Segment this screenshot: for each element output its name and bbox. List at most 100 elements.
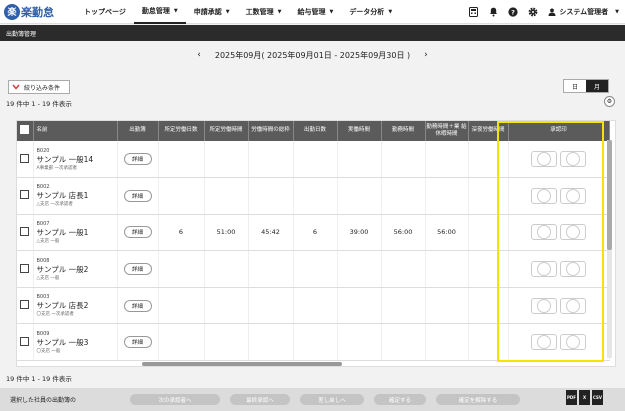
bulk-action-button-3[interactable]: 確定する: [374, 394, 426, 405]
chevron-down-icon: [12, 84, 20, 90]
table-row: B008 サンプル 一般2 △支店 一般 詳細: [17, 250, 610, 288]
approval-stamp-cell: [508, 214, 610, 252]
approval-stamp-slot[interactable]: [560, 334, 586, 351]
stamp-circle-icon: [566, 152, 580, 167]
detail-button[interactable]: 詳細: [123, 189, 152, 202]
select-all-cell: [17, 121, 34, 141]
value-cell: [381, 323, 426, 362]
detail-button[interactable]: 詳細: [123, 153, 152, 166]
nav-item-0[interactable]: トップページ: [76, 0, 134, 24]
bulk-action-button-2[interactable]: 差し戻しへ: [300, 394, 364, 405]
toggle-day[interactable]: 日: [564, 80, 586, 92]
detail-button[interactable]: 詳細: [123, 299, 152, 312]
detail-cell: 詳細: [117, 323, 159, 362]
value-cell: [425, 177, 469, 215]
detail-button[interactable]: 詳細: [123, 336, 152, 349]
toggle-month[interactable]: 月: [586, 80, 608, 92]
help-icon[interactable]: ?: [508, 7, 518, 17]
row-checkbox[interactable]: [20, 153, 30, 163]
value-cell: [337, 323, 382, 362]
approval-stamp-slot[interactable]: [560, 151, 586, 168]
value-cell: 56:00: [381, 214, 426, 252]
employee-cell: B008 サンプル 一般2 △支店 一般: [33, 250, 118, 288]
nav-item-4[interactable]: 給与管理 ▼: [289, 0, 341, 24]
view-toggle: 日 月: [563, 79, 609, 93]
employee-cell: B003 サンプル 店長2 〇支店 一次承認者: [33, 287, 118, 325]
row-select-cell: [17, 323, 34, 362]
bulk-action-bar: 選択した社員の出勤簿の 次の承認者へ 最終承認へ 差し戻しへ 確定する 確定を解除する: [0, 388, 625, 411]
value-cell: [248, 323, 294, 362]
value-cell: [468, 250, 509, 288]
calculator-icon[interactable]: [468, 7, 478, 17]
approval-stamp-slot[interactable]: [531, 334, 557, 351]
column-header-1: 出勤簿: [117, 121, 159, 141]
pdf-export-icon[interactable]: PDF: [566, 390, 577, 405]
row-checkbox[interactable]: [20, 300, 30, 310]
value-cell: [248, 141, 294, 179]
main-nav: トップページ 勤怠管理 ▼ 申請承認 ▼ 工数管理 ▼ 給与管理 ▼ データ分析 ▼: [76, 0, 400, 24]
nav-item-2[interactable]: 申請承認 ▼: [186, 0, 238, 24]
approval-stamp-slot[interactable]: [531, 151, 557, 168]
row-checkbox[interactable]: [20, 226, 30, 236]
value-cell: [293, 250, 338, 288]
row-checkbox[interactable]: [20, 336, 30, 346]
top-navigation-bar: 楽 楽勤怠 トップページ 勤怠管理 ▼ 申請承認 ▼ 工数管理 ▼ 給与管理 ▼ データ分析 ▼ ?…: [0, 0, 625, 24]
approval-stamp-slot[interactable]: [531, 261, 557, 278]
bell-icon[interactable]: [488, 7, 498, 17]
bulk-action-button-0[interactable]: 次の承認者へ: [130, 394, 220, 405]
chevron-down-icon: ▼: [277, 8, 282, 15]
filter-label: 絞り込み条件: [24, 84, 61, 92]
nav-item-label: データ分析: [349, 7, 385, 16]
filter-conditions-button[interactable]: 絞り込み条件: [8, 80, 70, 94]
approval-stamp-cell: [508, 287, 610, 325]
nav-item-label: 勤怠管理: [141, 6, 170, 15]
column-settings-icon[interactable]: ⚙: [604, 96, 615, 107]
value-cell: [468, 323, 509, 362]
value-cell: [381, 141, 426, 179]
bulk-action-button-1[interactable]: 最終承認へ: [230, 394, 290, 405]
employee-department: A事業部 一次承認者: [36, 165, 78, 171]
value-cell: [337, 287, 382, 325]
nav-item-label: トップページ: [84, 7, 126, 16]
nav-item-3[interactable]: 工数管理 ▼: [238, 0, 290, 24]
prev-period-chevron-icon[interactable]: ‹: [197, 50, 201, 60]
vertical-scrollbar-thumb[interactable]: [607, 140, 612, 250]
employee-name: サンプル 店長2: [36, 301, 89, 311]
approval-stamp-cell: [508, 250, 610, 288]
stamp-circle-icon: [566, 188, 580, 203]
detail-button[interactable]: 詳細: [123, 263, 152, 276]
approval-stamp-slot[interactable]: [531, 224, 557, 241]
value-cell: [381, 287, 426, 325]
approval-stamp-slot[interactable]: [560, 187, 586, 204]
approval-stamp-slot[interactable]: [560, 261, 586, 278]
gear-icon[interactable]: [528, 7, 538, 17]
row-checkbox[interactable]: [20, 263, 30, 273]
x-export-icon[interactable]: X: [579, 390, 590, 405]
next-period-chevron-icon[interactable]: ›: [424, 50, 428, 60]
detail-cell: 詳細: [117, 177, 159, 215]
approval-stamp-slot[interactable]: [531, 297, 557, 314]
nav-item-1[interactable]: 勤怠管理 ▼: [133, 0, 186, 24]
horizontal-scrollbar-thumb[interactable]: [142, 362, 342, 366]
bulk-action-button-4[interactable]: 確定を解除する: [436, 394, 520, 405]
stamp-circle-icon: [566, 298, 580, 313]
export-icons: PDF X CSV: [566, 390, 603, 405]
employee-department: △支店 一般: [36, 238, 60, 244]
vertical-scrollbar[interactable]: [607, 140, 612, 358]
approval-stamp-slot[interactable]: [560, 224, 586, 241]
select-all-checkbox[interactable]: [20, 124, 30, 134]
column-header-4: 労働時間の総枠: [248, 121, 294, 141]
value-cell: [381, 250, 426, 288]
employee-name: サンプル 一般2: [36, 264, 89, 274]
user-menu[interactable]: システム管理者 ▼: [548, 7, 619, 17]
csv-export-icon[interactable]: CSV: [592, 390, 603, 405]
logo[interactable]: 楽 楽勤怠: [4, 3, 68, 20]
bulk-action-buttons: 次の承認者へ 最終承認へ 差し戻しへ 確定する 確定を解除する: [130, 394, 530, 405]
page-title: 出勤簿管理: [6, 30, 37, 38]
nav-item-5[interactable]: データ分析 ▼: [341, 0, 400, 24]
approval-stamp-slot[interactable]: [560, 297, 586, 314]
row-checkbox[interactable]: [20, 190, 30, 200]
detail-button[interactable]: 詳細: [123, 226, 152, 239]
approval-stamp-slot[interactable]: [531, 187, 557, 204]
value-cell: [425, 323, 469, 362]
